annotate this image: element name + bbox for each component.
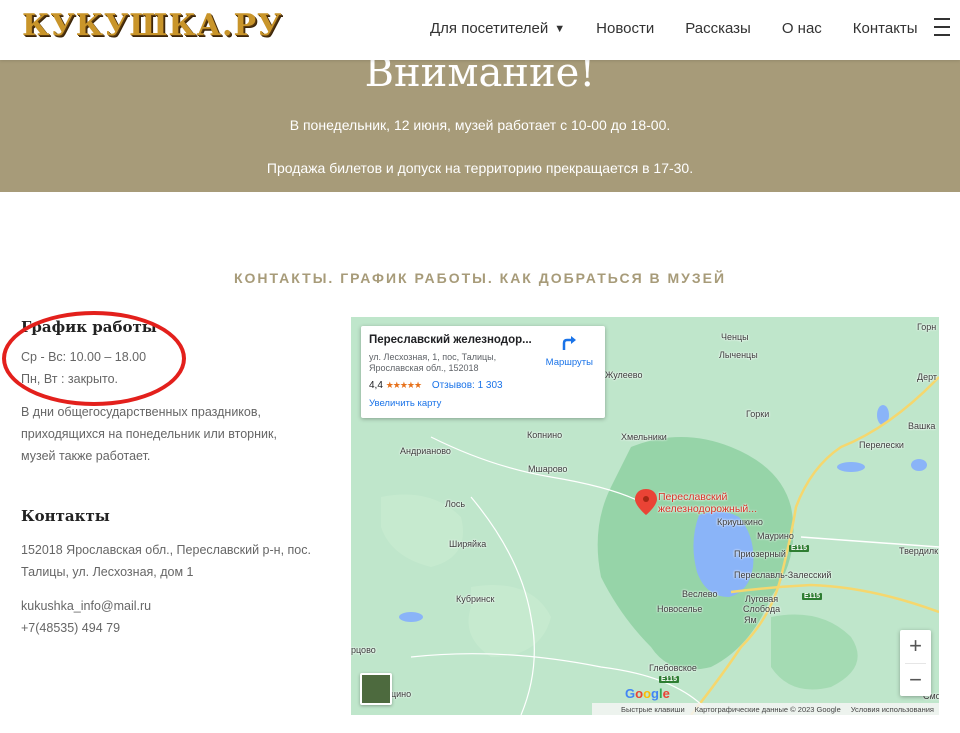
nav-item-about[interactable]: О нас bbox=[782, 20, 822, 37]
map-place-label: Ям bbox=[744, 615, 757, 625]
pin-label-line: железнодорожный... bbox=[658, 503, 757, 515]
map-place-label: Веслево bbox=[682, 589, 718, 599]
section-title: КОНТАКТЫ. ГРАФИК РАБОТЫ. КАК ДОБРАТЬСЯ В… bbox=[233, 270, 727, 286]
map-place-label: Переславль-Залесский bbox=[734, 570, 832, 580]
map-place-label: Твердилк bbox=[899, 546, 939, 556]
map-pin-label[interactable]: Переславский железнодорожный... bbox=[658, 491, 757, 515]
keyboard-shortcuts-link[interactable]: Быстрые клавиши bbox=[621, 705, 685, 714]
terms-link[interactable]: Условия использования bbox=[851, 705, 934, 714]
nav-item-contacts[interactable]: Контакты bbox=[853, 20, 918, 37]
map-place-label: Хмельники bbox=[621, 432, 667, 442]
map-place-label: Копнино bbox=[527, 430, 563, 440]
road-badge: E115 bbox=[802, 593, 822, 600]
directions-button[interactable]: Маршруты bbox=[546, 334, 593, 368]
map-place-label: Глебовское bbox=[649, 663, 697, 673]
zoom-out-button[interactable]: − bbox=[900, 664, 931, 697]
rating-value: 4,4 bbox=[369, 380, 383, 391]
map-place-label: рцово bbox=[351, 645, 376, 655]
map-footer: Быстрые клавиши Картографические данные … bbox=[592, 703, 939, 715]
map-place-label: Перелески bbox=[859, 440, 904, 450]
schedule-holiday-note: В дни общегосударственных праздников, пр… bbox=[21, 405, 277, 463]
map-place-label: Лось bbox=[445, 499, 466, 509]
map-place-label: Андрианово bbox=[400, 446, 451, 456]
site-logo[interactable]: КУКУШКА.РУ bbox=[22, 8, 282, 43]
road-badge: E115 bbox=[659, 676, 679, 683]
map-place-label: Криушкино bbox=[717, 517, 763, 527]
google-map[interactable]: Горн Ченцы Лыченцы Жулеево Дерт Горки Ва… bbox=[351, 317, 939, 715]
map-place-label: Лыченцы bbox=[719, 350, 758, 360]
place-info-card: Переславский железнодор... ул. Лесхозная… bbox=[361, 326, 605, 418]
contacts-phone[interactable]: +7(48535) 494 79 bbox=[21, 617, 311, 639]
map-place-label: Жулеево bbox=[605, 370, 643, 380]
map-place-label: Слобода bbox=[743, 604, 781, 614]
map-place-label: Маурино bbox=[757, 531, 794, 541]
satellite-layer-toggle[interactable] bbox=[360, 673, 392, 705]
directions-label: Маршруты bbox=[545, 357, 593, 368]
map-place-label: Горн bbox=[917, 322, 937, 332]
map-place-label: Кубринск bbox=[456, 594, 495, 604]
schedule-hours: Ср - Вс: 10.00 – 18.00 bbox=[21, 350, 147, 364]
enlarge-map-link[interactable]: Увеличить карту bbox=[369, 398, 597, 409]
map-place-label: Мшарово bbox=[528, 464, 568, 474]
banner-title: Внимание! bbox=[364, 60, 596, 96]
nav-item-news[interactable]: Новости bbox=[596, 20, 654, 37]
banner-text-tickets: Продажа билетов и допуск на территорию п… bbox=[266, 160, 694, 176]
zoom-in-button[interactable]: + bbox=[900, 630, 931, 663]
map-place-label: Вашка bbox=[908, 421, 936, 431]
map-place-label: Горки bbox=[746, 409, 770, 419]
map-place-label: Луговая bbox=[745, 594, 779, 604]
star-rating-icon: ★★★★★ bbox=[385, 380, 422, 390]
road-badge: E115 bbox=[789, 545, 809, 552]
nav-item-stories[interactable]: Рассказы bbox=[685, 20, 751, 37]
place-title: Переславский железнодор... bbox=[369, 334, 532, 346]
contacts-email[interactable]: kukushka_info@mail.ru bbox=[21, 595, 311, 617]
info-column: График работы Ср - Вс: 10.00 – 18.00 Пн,… bbox=[21, 318, 311, 639]
google-logo: Google bbox=[625, 686, 670, 701]
pin-label-line: Переславский bbox=[658, 491, 728, 503]
zoom-control: + − bbox=[900, 630, 931, 696]
site-header: КУКУШКА.РУ Для посетителей ▼ Новости Расс… bbox=[0, 0, 960, 60]
place-address: ул. Лесхозная, 1, пос, Талицы, Ярославск… bbox=[369, 352, 497, 373]
map-data-attribution: Картографические данные © 2023 Google bbox=[694, 704, 841, 714]
schedule-closed: Пн, Вт : закрыто. bbox=[21, 372, 118, 386]
banner-text-hours: В понедельник, 12 июня, музей работает с… bbox=[289, 117, 671, 133]
place-rating: 4,4 ★★★★★ Отзывов: 1 303 bbox=[369, 380, 597, 391]
notice-banner: Внимание! В понедельник, 12 июня, музей … bbox=[0, 60, 960, 192]
nav-item-label: Для посетителей bbox=[430, 20, 549, 37]
map-place-label: Дерт bbox=[917, 372, 938, 382]
map-place-label: Новоселье bbox=[657, 604, 703, 614]
map-place-label: Ченцы bbox=[721, 332, 749, 342]
chevron-down-icon: ▼ bbox=[554, 23, 566, 35]
reviews-link[interactable]: Отзывов: 1 303 bbox=[432, 380, 503, 391]
nav-item-visitors[interactable]: Для посетителей ▼ bbox=[430, 20, 565, 37]
contacts-heading: Контакты bbox=[21, 507, 110, 525]
schedule-heading: График работы bbox=[21, 318, 157, 336]
map-place-label: Ширяйка bbox=[449, 539, 487, 549]
hamburger-menu-icon[interactable] bbox=[934, 18, 950, 36]
directions-icon bbox=[563, 336, 577, 350]
map-place-label: Приозерный bbox=[734, 549, 786, 559]
main-nav: Для посетителей ▼ Новости Рассказы О нас … bbox=[430, 20, 949, 37]
contacts-address: 152018 Ярославская обл., Переславский р-… bbox=[21, 543, 311, 579]
map-place-label: цино bbox=[391, 689, 412, 699]
